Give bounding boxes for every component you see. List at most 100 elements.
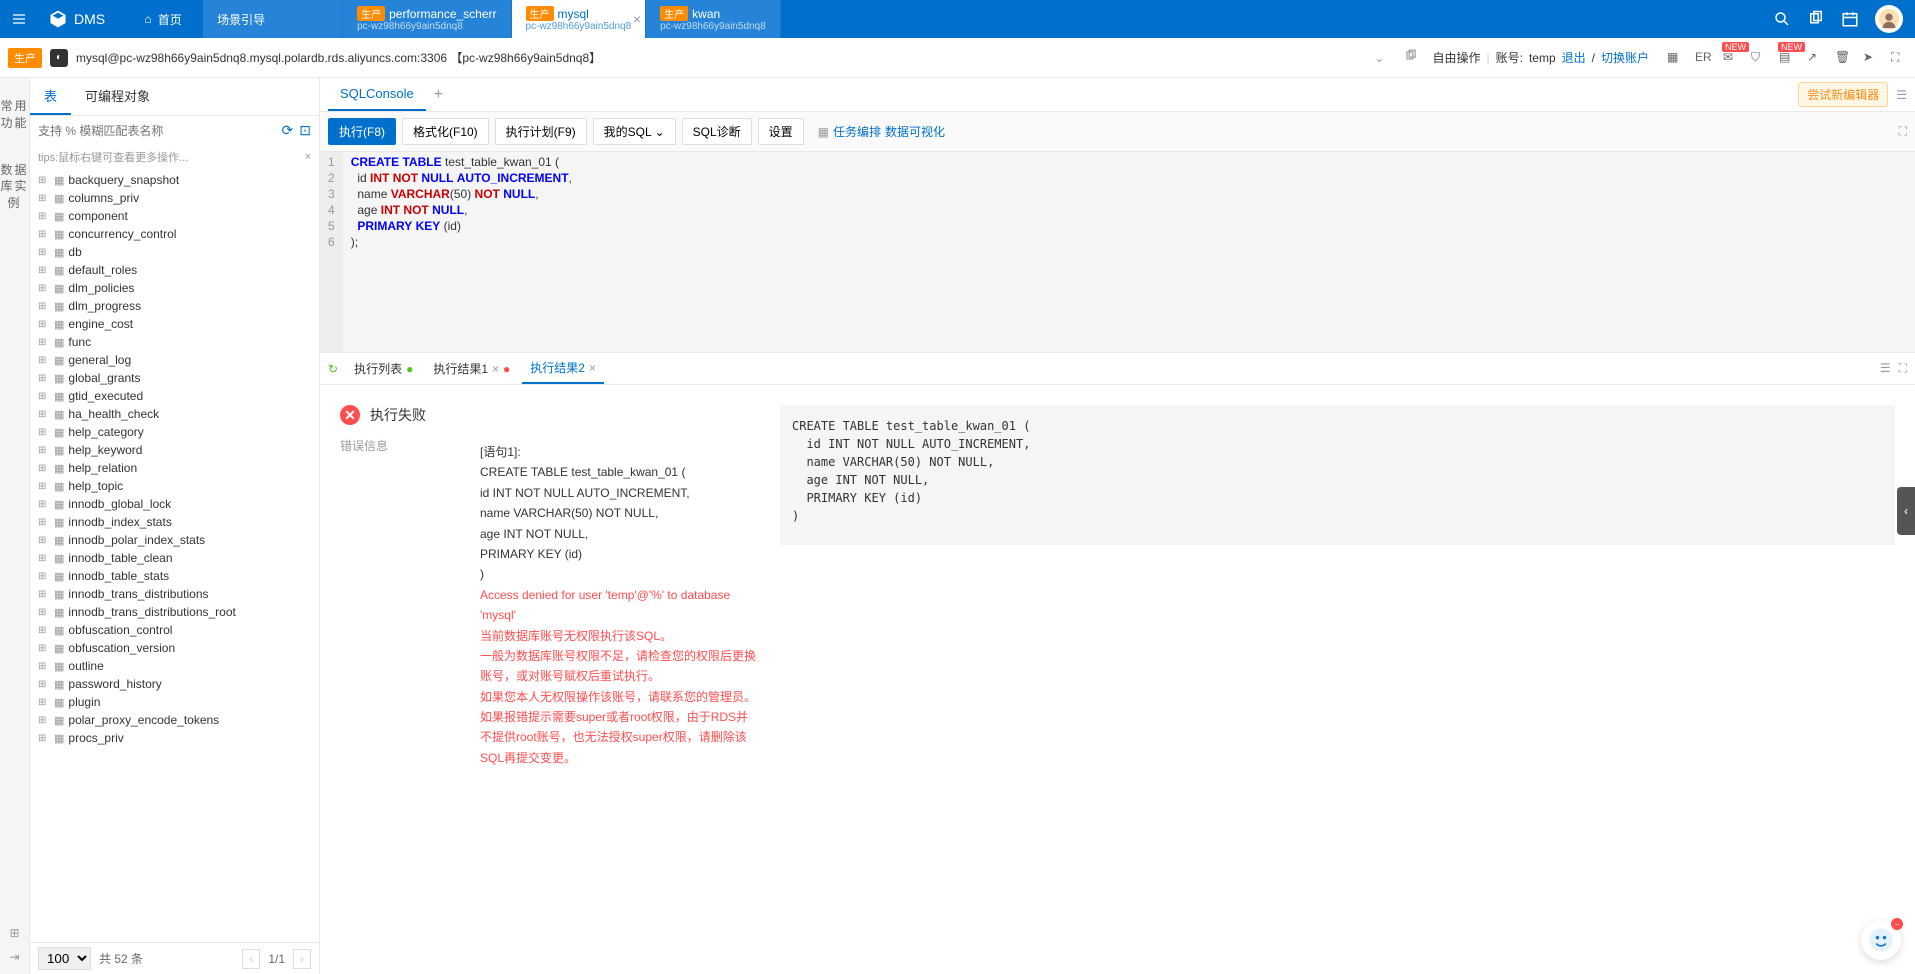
table-item[interactable]: ⊞▦help_relation — [30, 459, 319, 477]
table-item[interactable]: ⊞▦gtid_executed — [30, 387, 319, 405]
trash-icon[interactable]: 🗑 — [1835, 50, 1851, 66]
expand-icon[interactable]: ⊞ — [38, 247, 50, 258]
table-item[interactable]: ⊞▦innodb_trans_distributions_root — [30, 603, 319, 621]
copy-header-icon[interactable] — [1807, 10, 1825, 28]
rail-common[interactable]: 常用功能 — [0, 98, 29, 132]
assistant-launcher[interactable]: − — [1861, 920, 1905, 964]
expand-icon[interactable]: ⊞ — [38, 211, 50, 222]
table-item[interactable]: ⊞▦plugin — [30, 693, 319, 711]
doc-icon[interactable]: ▤NEW — [1779, 50, 1795, 66]
fullscreen-icon[interactable]: ⛶ — [1891, 50, 1907, 66]
shield-icon[interactable]: ⛉ — [1751, 50, 1767, 66]
expand-icon[interactable]: ⊞ — [38, 499, 50, 510]
header-tab-首页[interactable]: ⌂首页 — [123, 0, 203, 38]
header-tab-mysql[interactable]: 生产mysqlpc-wz98h66y9ain5dnq8× — [512, 0, 647, 38]
sql-console-tab[interactable]: SQLConsole — [328, 78, 426, 111]
expand-icon[interactable]: ⊞ — [38, 229, 50, 240]
plan-button[interactable]: 执行计划(F9) — [495, 118, 587, 145]
try-new-editor-button[interactable]: 尝试新编辑器 — [1798, 82, 1888, 107]
table-item[interactable]: ⊞▦procs_priv — [30, 729, 319, 747]
expand-icon[interactable]: ⊞ — [38, 427, 50, 438]
results-fullscreen-icon[interactable]: ⛶ — [1899, 361, 1907, 376]
sidebar-tab-可编程对象[interactable]: 可编程对象 — [71, 78, 164, 115]
rail-apps-icon[interactable]: ⊞ — [9, 926, 19, 940]
editor-code[interactable]: CREATE TABLE test_table_kwan_01 ( id INT… — [343, 152, 580, 352]
expand-icon[interactable]: ⊞ — [38, 445, 50, 456]
expand-tree-icon[interactable]: ⊡ — [299, 122, 311, 139]
expand-icon[interactable]: ⊞ — [38, 553, 50, 564]
diagnose-button[interactable]: SQL诊断 — [682, 118, 752, 145]
mysql-dropdown[interactable]: 我的SQL ⌄ — [593, 118, 676, 145]
expand-icon[interactable]: ⊞ — [38, 265, 50, 276]
result-tab-2[interactable]: 执行结果2 × — [522, 353, 604, 384]
table-item[interactable]: ⊞▦concurrency_control — [30, 225, 319, 243]
expand-icon[interactable]: ⊞ — [38, 463, 50, 474]
table-item[interactable]: ⊞▦help_topic — [30, 477, 319, 495]
expand-icon[interactable]: ⊞ — [38, 535, 50, 546]
table-item[interactable]: ⊞▦innodb_table_clean — [30, 549, 319, 567]
connection-dropdown[interactable]: ⌄ — [1368, 51, 1390, 65]
send-icon[interactable]: ➤ — [1863, 50, 1879, 66]
task-schedule-link[interactable]: 任务编排 — [833, 123, 881, 140]
expand-icon[interactable]: ⊞ — [38, 355, 50, 366]
export-icon[interactable]: ↗ — [1807, 50, 1823, 66]
expand-icon[interactable]: ⊞ — [38, 589, 50, 600]
table-item[interactable]: ⊞▦help_category — [30, 423, 319, 441]
table-item[interactable]: ⊞▦innodb_trans_distributions — [30, 585, 319, 603]
rail-collapse-icon[interactable]: ⇥ — [9, 950, 19, 964]
table-item[interactable]: ⊞▦backquery_snapshot — [30, 171, 319, 189]
expand-icon[interactable]: ⊞ — [38, 481, 50, 492]
rail-db-instances[interactable]: 数据库实例 — [0, 162, 29, 212]
menu-toggle[interactable] — [0, 0, 38, 38]
expand-icon[interactable]: ⊞ — [38, 175, 50, 186]
close-tab-icon[interactable]: × — [633, 11, 641, 27]
er-diagram-button[interactable]: ER — [1695, 50, 1711, 66]
expand-icon[interactable]: ⊞ — [38, 373, 50, 384]
expand-icon[interactable]: ⊞ — [38, 283, 50, 294]
expand-icon[interactable]: ⊞ — [38, 319, 50, 330]
close-result1-icon[interactable]: × — [492, 362, 499, 376]
add-tab-button[interactable]: + — [426, 78, 451, 112]
table-item[interactable]: ⊞▦func — [30, 333, 319, 351]
logo[interactable]: DMS — [38, 9, 115, 29]
tips-close-icon[interactable]: × — [305, 151, 311, 163]
expand-icon[interactable]: ⊞ — [38, 571, 50, 582]
content-menu-icon[interactable]: ☰ — [1896, 88, 1907, 102]
expand-icon[interactable]: ⊞ — [38, 661, 50, 672]
grid-icon[interactable]: ▦ — [1667, 50, 1683, 66]
logout-link[interactable]: 退出 — [1562, 49, 1586, 66]
expand-icon[interactable]: ⊞ — [38, 193, 50, 204]
expand-icon[interactable]: ⊞ — [38, 715, 50, 726]
result-tab-1[interactable]: 执行结果1 × ● — [425, 354, 518, 383]
mail-icon[interactable]: ✉NEW — [1723, 50, 1739, 66]
sidebar-tab-表[interactable]: 表 — [30, 78, 71, 115]
table-item[interactable]: ⊞▦engine_cost — [30, 315, 319, 333]
settings-button[interactable]: 设置 — [758, 118, 804, 145]
expand-icon[interactable]: ⊞ — [38, 391, 50, 402]
table-item[interactable]: ⊞▦obfuscation_control — [30, 621, 319, 639]
header-tab-kwan[interactable]: 生产kwanpc-wz98h66y9ain5dnq8 — [646, 0, 781, 38]
close-result2-icon[interactable]: × — [589, 361, 596, 375]
sql-editor[interactable]: 123456 CREATE TABLE test_table_kwan_01 (… — [320, 152, 1915, 352]
switch-account-link[interactable]: 切换账户 — [1601, 49, 1649, 66]
right-drawer-handle[interactable]: ‹ — [1897, 487, 1915, 535]
table-item[interactable]: ⊞▦innodb_polar_index_stats — [30, 531, 319, 549]
table-item[interactable]: ⊞▦innodb_table_stats — [30, 567, 319, 585]
page-size-select[interactable]: 100 — [38, 947, 91, 970]
table-item[interactable]: ⊞▦ha_health_check — [30, 405, 319, 423]
refresh-icon[interactable]: ⟳ — [282, 122, 294, 139]
table-item[interactable]: ⊞▦default_roles — [30, 261, 319, 279]
table-item[interactable]: ⊞▦dlm_policies — [30, 279, 319, 297]
table-item[interactable]: ⊞▦general_log — [30, 351, 319, 369]
table-item[interactable]: ⊞▦obfuscation_version — [30, 639, 319, 657]
table-item[interactable]: ⊞▦innodb_index_stats — [30, 513, 319, 531]
expand-icon[interactable]: ⊞ — [38, 679, 50, 690]
table-item[interactable]: ⊞▦outline — [30, 657, 319, 675]
table-item[interactable]: ⊞▦password_history — [30, 675, 319, 693]
expand-icon[interactable]: ⊞ — [38, 643, 50, 654]
header-tab-performance_scherr[interactable]: 生产performance_scherrpc-wz98h66y9ain5dnq8 — [343, 0, 511, 38]
expand-icon[interactable]: ⊞ — [38, 301, 50, 312]
copy-connection-icon[interactable] — [1398, 49, 1424, 66]
data-visual-link[interactable]: 数据可视化 — [885, 123, 945, 140]
format-button[interactable]: 格式化(F10) — [402, 118, 489, 145]
